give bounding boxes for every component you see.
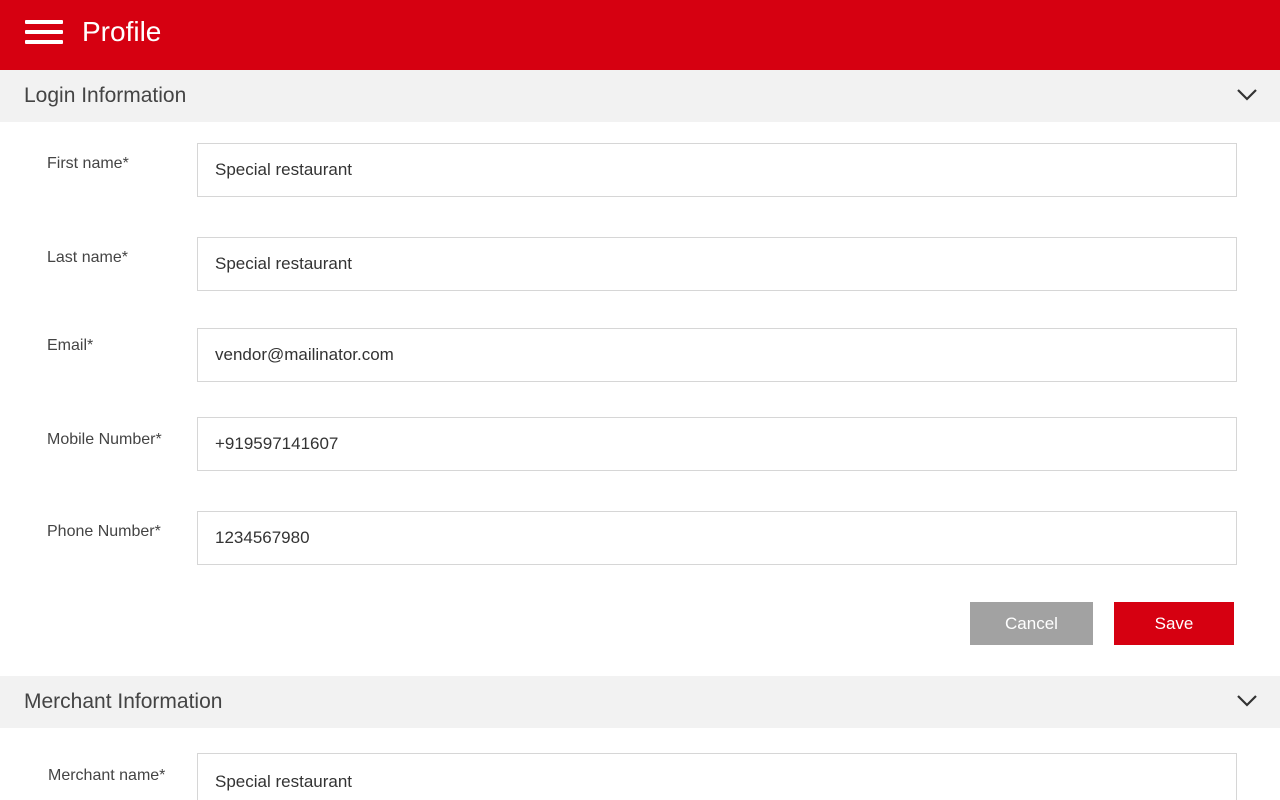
last-name-field[interactable] bbox=[197, 237, 1237, 291]
merchant-name-label: Merchant name* bbox=[48, 767, 166, 784]
merchant-name-field[interactable] bbox=[197, 753, 1237, 800]
save-button[interactable]: Save bbox=[1114, 602, 1234, 645]
app-bar: Profile bbox=[0, 0, 1280, 70]
section-title: Merchant Information bbox=[24, 690, 223, 713]
mobile-number-field[interactable] bbox=[197, 417, 1237, 471]
merchant-information-header[interactable]: Merchant Information bbox=[0, 676, 1280, 728]
phone-number-label: Phone Number* bbox=[47, 523, 161, 540]
phone-number-field[interactable] bbox=[197, 511, 1237, 565]
cancel-button[interactable]: Cancel bbox=[970, 602, 1093, 645]
last-name-label: Last name* bbox=[47, 249, 128, 266]
page-title: Profile bbox=[82, 16, 162, 47]
chevron-down-icon[interactable] bbox=[1236, 694, 1258, 708]
mobile-number-label: Mobile Number* bbox=[47, 431, 162, 448]
hamburger-menu-icon[interactable] bbox=[25, 18, 63, 46]
email-field[interactable] bbox=[197, 328, 1237, 382]
login-information-header[interactable]: Login Information bbox=[0, 70, 1280, 122]
first-name-field[interactable] bbox=[197, 143, 1237, 197]
chevron-down-icon[interactable] bbox=[1236, 88, 1258, 102]
section-title: Login Information bbox=[24, 84, 187, 107]
email-label: Email* bbox=[47, 337, 94, 354]
first-name-label: First name* bbox=[47, 155, 129, 172]
